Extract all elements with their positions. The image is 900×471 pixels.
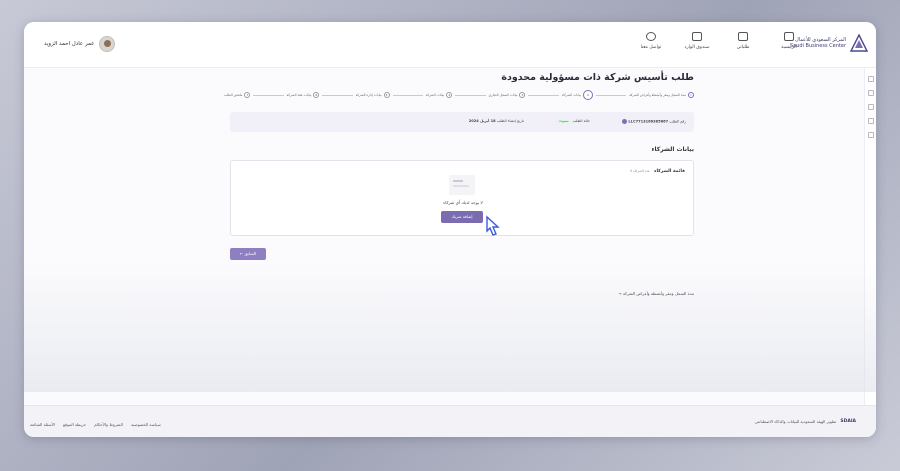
footer: SDAIA تطوير الهيئة السعودية للبيانات وال… xyxy=(24,405,876,437)
footer-link-sitemap[interactable]: خريطة الموقع xyxy=(63,422,86,427)
request-number: رقم الطلب LLC7713166385667 xyxy=(622,119,686,124)
document-icon xyxy=(738,32,748,41)
footer-link-terms[interactable]: الشروط والأحكام xyxy=(94,422,123,427)
step-5[interactable]: 5 بيانات إدارة الشركة xyxy=(356,92,390,98)
step-divider xyxy=(322,94,353,96)
partners-card: قائمة الشركاء عدد الشركاء 0 لا يوجد لديك… xyxy=(230,160,694,236)
main-nav: الرئيسية طلباتي صندوق الوارد تواصل معنا xyxy=(636,32,804,50)
step-label: بيانات إدارة الشركة xyxy=(355,93,382,97)
nav-label: صندوق الوارد xyxy=(684,45,710,50)
footer-link-privacy[interactable]: سياسة الخصوصية xyxy=(131,422,161,427)
top-navigation-bar: المركز السعودي للأعمال Saudi Business Ce… xyxy=(24,22,876,68)
settings-icon[interactable] xyxy=(867,118,874,124)
date-label: تاريخ إنشاء الطلب xyxy=(496,119,524,123)
step-number: 6 xyxy=(313,92,320,98)
step-number: 3 xyxy=(519,92,526,98)
card-title: قائمة الشركاء xyxy=(654,169,685,174)
footer-credit-text: تطوير الهيئة السعودية للبيانات والذكاء ا… xyxy=(754,419,837,424)
info-dot-icon xyxy=(622,119,628,124)
footer-link-faq[interactable]: الأسئلة الشائعة xyxy=(30,422,55,427)
request-status: حالة الطلب مسودة xyxy=(556,119,590,123)
nav-item-home[interactable]: الرئيسية xyxy=(774,32,804,50)
nav-label: الرئيسية xyxy=(781,45,797,50)
step-1[interactable]: 1 مدة السجل ومقر وأنشطة وأغراض الشركة xyxy=(629,92,694,98)
step-4[interactable]: 4 بيانات الشركة xyxy=(425,92,453,98)
card-header: قائمة الشركاء عدد الشركاء 0 xyxy=(630,169,685,174)
page-title: طلب تأسيس شركة ذات مسؤولية محدودة xyxy=(501,72,694,83)
nav-label: طلباتي xyxy=(736,45,750,50)
date-value: 18 أبريل 2024 xyxy=(468,119,496,123)
step-divider xyxy=(392,94,423,96)
footer-links: سياسة الخصوصية الشروط والأحكام خريطة الم… xyxy=(30,422,161,427)
step-number: 2 xyxy=(582,90,593,100)
user-name: عمر عادل احمد الزويد xyxy=(44,41,95,47)
stepper: 1 مدة السجل ومقر وأنشطة وأغراض الشركة 2 … xyxy=(224,89,694,101)
step-6[interactable]: 6 بيانات عقد الشركة xyxy=(287,92,320,98)
document-icon[interactable] xyxy=(867,132,874,138)
partners-count: عدد الشركاء 0 xyxy=(630,169,650,173)
list-icon[interactable] xyxy=(867,90,874,96)
inbox-icon xyxy=(692,32,702,41)
request-info-bar: رقم الطلب LLC7713166385667 حالة الطلب مس… xyxy=(230,112,694,132)
user-menu[interactable]: عمر عادل احمد الزويد xyxy=(44,36,116,52)
status-label: حالة الطلب xyxy=(572,119,590,123)
nav-item-my-requests[interactable]: طلباتي xyxy=(728,32,758,50)
chart-icon[interactable] xyxy=(867,104,874,110)
request-number-label: رقم الطلب xyxy=(669,119,686,124)
status-badge: مسودة xyxy=(556,119,572,123)
empty-state-icon xyxy=(449,175,475,195)
step-label: مدة السجل ومقر وأنشطة وأغراض الشركة xyxy=(629,93,686,97)
step-label: بيانات السجل التجاري xyxy=(488,93,518,97)
step-number: 5 xyxy=(383,92,390,98)
request-date: تاريخ إنشاء الطلب 18 أبريل 2024 xyxy=(469,119,524,123)
step-divider xyxy=(253,94,284,96)
step-number: 4 xyxy=(446,92,453,98)
back-arrow-icon: ← xyxy=(239,251,244,256)
footer-credit: SDAIA تطوير الهيئة السعودية للبيانات وال… xyxy=(755,419,856,424)
back-button[interactable]: ← السابق xyxy=(230,248,266,260)
contact-icon xyxy=(646,32,656,41)
step-label: بيانات عقد الشركة xyxy=(286,93,312,97)
avatar xyxy=(99,36,116,52)
request-number-value: LLC7713166385667 xyxy=(628,119,669,124)
grid-icon[interactable] xyxy=(867,76,874,82)
step-divider xyxy=(595,94,627,96)
empty-state-text: لا يوجد لديك أي شركاء xyxy=(443,200,483,205)
step-divider xyxy=(455,94,486,96)
step-2[interactable]: 2 بيانات الشركاء xyxy=(562,90,593,100)
nav-item-contact[interactable]: تواصل معنا xyxy=(636,32,666,50)
step-number: 7 xyxy=(244,92,251,98)
step-label: بيانات الشركة xyxy=(425,93,445,97)
step-number: 1 xyxy=(688,92,694,98)
nav-label: تواصل معنا xyxy=(640,45,662,50)
step-7[interactable]: 7 ملخص الطلب xyxy=(223,92,251,98)
nav-item-inbox[interactable]: صندوق الوارد xyxy=(682,32,712,50)
browser-window: المركز السعودي للأعمال Saudi Business Ce… xyxy=(24,22,876,437)
pointer-cursor-icon xyxy=(486,215,500,236)
section-title: بيانات الشركاء xyxy=(651,146,694,153)
sdaia-logo: SDAIA xyxy=(840,419,856,424)
step-divider xyxy=(528,94,559,96)
step-3[interactable]: 3 بيانات السجل التجاري xyxy=(489,92,526,98)
step-label: ملخص الطلب xyxy=(223,93,243,97)
step-label: بيانات الشركاء xyxy=(561,93,581,97)
background-fade xyxy=(24,262,876,392)
home-icon xyxy=(784,32,794,41)
back-button-label: السابق xyxy=(244,251,257,256)
add-partner-button[interactable]: إضافة شريك xyxy=(441,211,483,223)
logo-icon xyxy=(850,34,868,52)
